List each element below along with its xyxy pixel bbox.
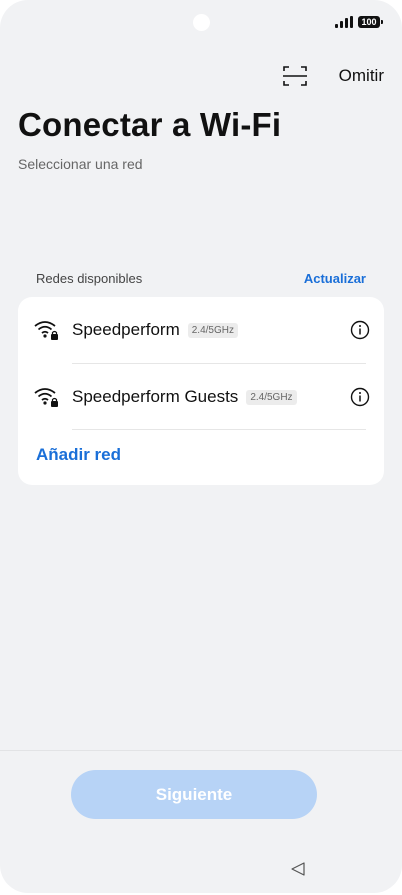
- info-icon[interactable]: [350, 320, 370, 340]
- page-title: Conectar a Wi-Fi: [18, 106, 282, 143]
- skip-button[interactable]: Omitir: [339, 66, 384, 86]
- refresh-button[interactable]: Actualizar: [304, 271, 366, 286]
- signal-icon: [335, 16, 353, 28]
- info-icon[interactable]: [350, 387, 370, 407]
- network-row[interactable]: Speedperform 2.4/5GHz: [18, 297, 384, 363]
- footer-divider: [0, 750, 402, 751]
- scan-icon[interactable]: [282, 64, 308, 88]
- wifi-lock-icon: [34, 388, 58, 407]
- next-button[interactable]: Siguiente: [71, 770, 317, 819]
- network-name-cell: Speedperform Guests 2.4/5GHz: [72, 387, 297, 407]
- network-list: Speedperform 2.4/5GHz Speedperform Guests…: [18, 297, 384, 485]
- phone-screen: 100 Omitir Conectar a Wi-Fi Seleccionar …: [0, 0, 402, 893]
- front-camera: [193, 14, 210, 31]
- network-name: Speedperform: [72, 320, 180, 339]
- network-name: Speedperform Guests: [72, 387, 239, 406]
- band-badge: 2.4/5GHz: [246, 390, 297, 406]
- band-badge: 2.4/5GHz: [187, 323, 238, 339]
- back-triangle-icon[interactable]: [290, 861, 306, 877]
- battery-icon: 100: [358, 16, 383, 28]
- page-subtitle: Seleccionar una red: [18, 156, 143, 172]
- add-network-button[interactable]: Añadir red: [36, 445, 121, 465]
- network-row[interactable]: Speedperform Guests 2.4/5GHz: [18, 364, 384, 430]
- available-networks-label: Redes disponibles: [36, 271, 143, 286]
- wifi-lock-icon: [34, 321, 58, 340]
- status-bar: 100: [335, 16, 383, 28]
- divider: [72, 429, 366, 430]
- network-name-cell: Speedperform 2.4/5GHz: [72, 320, 238, 340]
